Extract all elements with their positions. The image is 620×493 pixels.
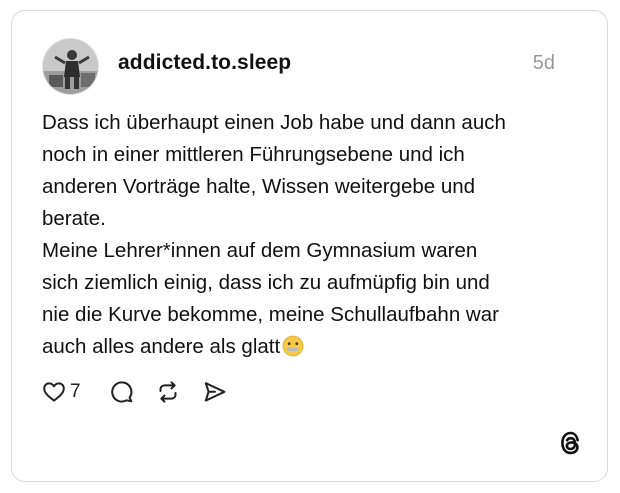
zipper-mouth-face-emoji [282, 335, 304, 357]
post-text-line: noch in einer mittleren Führungsebene un… [42, 143, 465, 166]
avatar[interactable] [42, 38, 99, 95]
post-text-line: auch alles andere als glatt [42, 335, 281, 358]
post-text-line: berate. [42, 207, 106, 230]
post-timestamp: 5d [532, 52, 555, 74]
like-button[interactable]: 7 [42, 377, 81, 407]
post-text-line: nie die Kurve bekomme, meine Schullaufba… [42, 303, 499, 326]
post-card: addicted.to.sleep 5d Dass ich überhaupt … [11, 10, 608, 482]
heart-icon [43, 382, 65, 402]
like-count: 7 [70, 381, 81, 402]
share-button[interactable] [202, 377, 228, 407]
post-text: Dass ich überhaupt einen Job habe und da… [42, 107, 582, 363]
post-text-line: Meine Lehrer*innen auf dem Gymnasium war… [42, 239, 478, 262]
threads-logo-icon [561, 431, 579, 455]
post-text-line: sich ziemlich einig, dass ich zu aufmüpf… [42, 271, 490, 294]
repost-button[interactable] [155, 377, 181, 407]
post-text-line: anderen Vorträge halte, Wissen weitergeb… [42, 175, 476, 198]
post-text-line-last: auch alles andere als glatt [42, 331, 582, 363]
repost-icon [159, 381, 177, 403]
username[interactable]: addicted.to.sleep [118, 51, 291, 75]
comment-icon [111, 381, 133, 403]
share-icon [204, 382, 226, 402]
comment-button[interactable] [109, 377, 135, 407]
post-text-line: Dass ich überhaupt einen Job habe und da… [42, 111, 506, 134]
